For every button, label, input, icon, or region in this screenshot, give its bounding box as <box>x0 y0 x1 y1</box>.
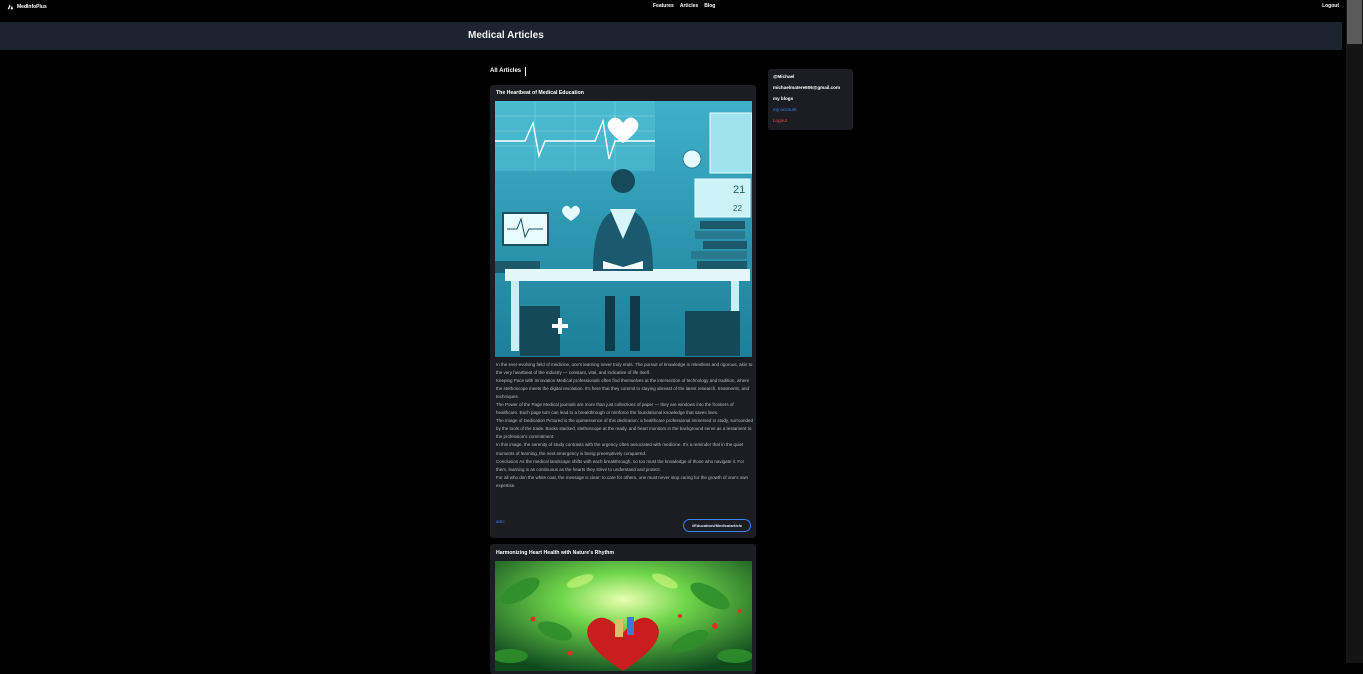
logout-link[interactable]: Logout <box>1322 3 1339 9</box>
brand-mark-icon <box>7 4 14 10</box>
scrollbar-thumb[interactable] <box>1347 0 1362 44</box>
top-navbar: MedInfoPlus Features Articles Blog Logou… <box>0 0 1346 14</box>
article-card: The Heartbeat of Medical Education 21 22 <box>490 85 756 538</box>
heart-nature-illustration <box>495 561 752 671</box>
article-tag-badge[interactable]: #Education#Medicalarticle <box>683 519 751 532</box>
brand-name: MedInfoPlus <box>17 3 47 10</box>
profile-handle: @Michael <box>773 74 795 79</box>
nav-links: Features Articles Blog <box>653 3 715 9</box>
nav-link-features[interactable]: Features <box>653 3 674 9</box>
nav-link-blog[interactable]: Blog <box>704 3 715 9</box>
page-scrollbar[interactable] <box>1346 0 1363 663</box>
article-paragraph: The Power of the Page Medical journals a… <box>496 402 734 416</box>
profile-card: @Michael michaelmatere606@gmail.com my b… <box>768 69 853 130</box>
my-account-link[interactable]: my account <box>773 107 797 112</box>
calendar-number-2: 22 <box>733 204 742 213</box>
calendar-number-1: 21 <box>733 184 745 196</box>
section-title: All Articles <box>490 68 522 74</box>
article-paragraph: In this image, the serenity of study con… <box>496 442 744 456</box>
brand-logo[interactable]: MedInfoPlus <box>7 3 47 10</box>
article-body: In the ever-evolving field of medicine, … <box>496 361 754 490</box>
article-image: 21 22 <box>495 101 752 357</box>
page-header <box>0 22 1342 50</box>
profile-logout-link[interactable]: Logout <box>773 118 787 123</box>
article-author-link[interactable]: amc <box>496 519 505 524</box>
article-paragraph: In the ever-evolving field of medicine, … <box>496 362 753 376</box>
my-blogs-label[interactable]: my blogs <box>773 96 793 101</box>
profile-email: michaelmatere606@gmail.com <box>773 85 841 90</box>
text-cursor <box>525 67 526 76</box>
article-paragraph: For all who don the white coat, the mess… <box>496 474 748 488</box>
nav-link-articles[interactable]: Articles <box>680 3 698 9</box>
article-title[interactable]: The Heartbeat of Medical Education <box>496 90 584 96</box>
article-card: Harmonizing Heart Health with Nature's R… <box>490 544 756 674</box>
article-title[interactable]: Harmonizing Heart Health with Nature's R… <box>496 550 614 556</box>
doctor-studying-illustration: 21 22 <box>495 101 752 357</box>
page-title: Medical Articles <box>468 30 544 41</box>
article-paragraph: Conclusion As the medical landscape shif… <box>496 458 745 472</box>
article-paragraph: Keeping Pace with Innovation Medical pro… <box>496 378 750 400</box>
article-paragraph: The Image of Dedication Pictured is the … <box>496 418 754 440</box>
article-image <box>495 561 752 671</box>
